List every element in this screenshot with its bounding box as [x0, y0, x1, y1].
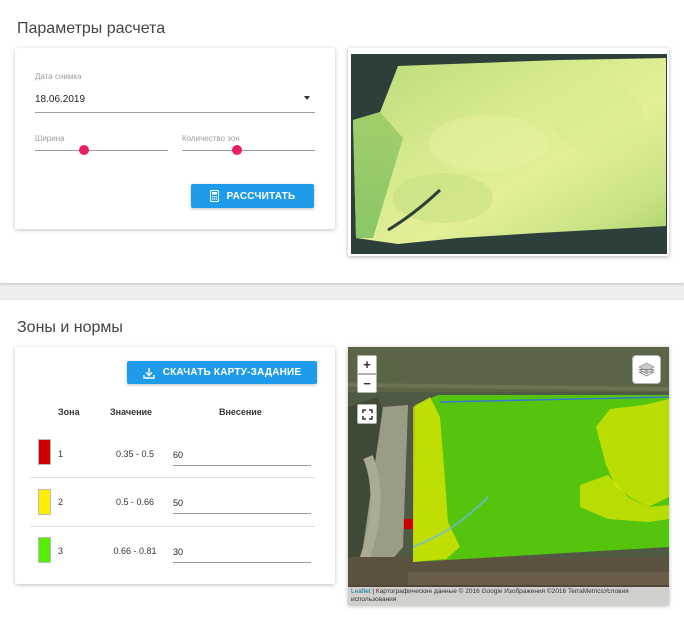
width-slider-track[interactable]	[35, 150, 168, 151]
zones-slider-thumb[interactable]	[231, 145, 242, 155]
calc-params-section: Параметры расчета Дата снимка 18.06.2019…	[0, 0, 684, 283]
zones-card: СКАЧАТЬ КАРТУ-ЗАДАНИЕ Зона Значение Внес…	[15, 347, 335, 584]
zone-number: 2	[58, 497, 64, 507]
zone-range: 0.5 - 0.66	[115, 497, 155, 507]
calculate-button-label: РАССЧИТАТЬ	[226, 190, 296, 202]
download-task-map-button[interactable]: СКАЧАТЬ КАРТУ-ЗАДАНИЕ	[127, 361, 317, 384]
rate-input-underline	[173, 562, 311, 563]
fullscreen-icon	[361, 408, 373, 420]
zone-color-swatch	[38, 439, 51, 465]
map-attribution: Leaflet | Картографические данные © 2016…	[348, 587, 669, 605]
leaflet-link[interactable]: Leaflet	[351, 588, 371, 595]
header-zone: Зона	[58, 407, 80, 417]
table-row: 1 0.35 - 0.5 60	[15, 427, 315, 475]
zones-slider-track[interactable]	[182, 150, 315, 151]
zone-range: 0.35 - 0.5	[115, 449, 155, 459]
ndvi-field-image	[351, 54, 667, 254]
zone-color-swatch	[38, 489, 51, 515]
calculator-icon	[209, 190, 219, 202]
header-rate: Внесение	[219, 407, 262, 417]
header-value: Значение	[110, 407, 153, 417]
table-row: 2 0.5 - 0.66 50	[15, 477, 315, 525]
fullscreen-button[interactable]	[357, 404, 377, 424]
zone-color-swatch	[38, 537, 51, 563]
params-card: Дата снимка 18.06.2019 Ширина Количество…	[15, 48, 335, 229]
attribution-text: | Картографические данные © 2016 Google …	[351, 588, 629, 603]
layers-button[interactable]	[632, 355, 661, 384]
table-row: 3 0.66 - 0.81 30	[15, 526, 315, 574]
ndvi-preview-image	[348, 48, 669, 256]
date-value[interactable]: 18.06.2019	[35, 94, 85, 105]
chevron-down-icon[interactable]	[304, 96, 310, 100]
date-underline	[35, 112, 315, 113]
rate-input-underline	[173, 513, 311, 514]
zone-range: 0.66 - 0.81	[113, 546, 157, 556]
zoom-out-button[interactable]: −	[357, 374, 377, 393]
zone-number: 3	[58, 546, 64, 556]
calculate-button[interactable]: РАССЧИТАТЬ	[191, 184, 314, 208]
date-field-label: Дата снимка	[35, 72, 82, 81]
zones-map[interactable]: + − Leaflet | Картографические данные © …	[348, 347, 669, 605]
zone-rate-input[interactable]: 60	[173, 450, 183, 460]
zone-rate-input[interactable]: 30	[173, 547, 183, 557]
download-button-label: СКАЧАТЬ КАРТУ-ЗАДАНИЕ	[162, 367, 302, 378]
zone-number: 1	[58, 449, 64, 459]
satellite-map-image	[348, 347, 669, 605]
download-icon	[142, 367, 155, 379]
zoom-in-button[interactable]: +	[357, 355, 377, 374]
width-slider-thumb[interactable]	[79, 145, 90, 155]
calc-params-title: Параметры расчета	[17, 20, 166, 37]
width-slider-label: Ширина	[35, 134, 65, 143]
zones-slider-label: Количество зон	[182, 134, 240, 143]
rate-input-underline	[173, 465, 311, 466]
zones-section-title: Зоны и нормы	[17, 319, 123, 336]
zone-rate-input[interactable]: 50	[173, 498, 183, 508]
layers-icon	[638, 362, 655, 377]
